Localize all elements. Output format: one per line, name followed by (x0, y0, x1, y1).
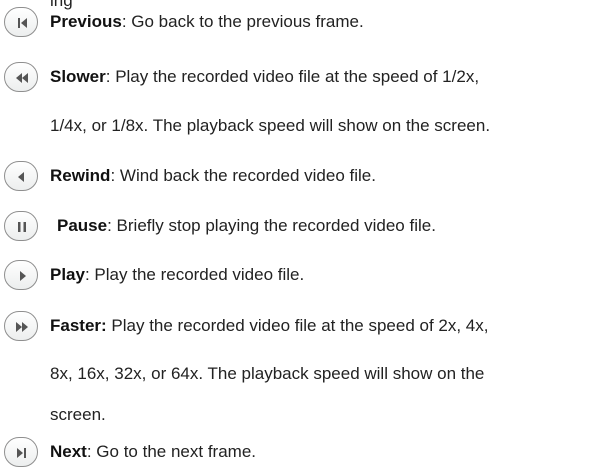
control-description: Slower: Play the recorded video file at … (50, 67, 479, 87)
control-description-continued: 1/4x, or 1/8x. The playback speed will s… (50, 116, 491, 135)
control-term: Rewind (50, 166, 111, 185)
control-text: : Go back to the previous frame. (121, 12, 364, 31)
control-slower: Slower: Play the recorded video file at … (0, 62, 606, 94)
control-text: : Play the recorded video file at the sp… (105, 67, 480, 86)
play-icon[interactable] (4, 260, 38, 290)
control-description: Rewind: Wind back the recorded video fil… (50, 166, 376, 186)
control-term: Previous (50, 12, 122, 31)
control-pause: Pause: Briefly stop playing the recorded… (0, 211, 606, 243)
control-description: Faster: Play the recorded video file at … (50, 316, 488, 336)
control-term: Next (50, 442, 87, 461)
control-description: Previous: Go back to the previous frame. (50, 12, 364, 32)
control-term: Slower (50, 67, 106, 86)
control-text: : Wind back the recorded video file. (110, 166, 376, 185)
control-text: : Briefly stop playing the recorded vide… (107, 216, 436, 235)
control-description: Next: Go to the next frame. (50, 442, 256, 462)
control-text: : Go to the next frame. (86, 442, 256, 461)
control-previous: Previous: Go back to the previous frame. (0, 7, 606, 39)
control-rewind: Rewind: Wind back the recorded video fil… (0, 161, 606, 193)
control-next: Next: Go to the next frame. (0, 437, 606, 469)
rewind-icon[interactable] (4, 161, 38, 191)
step-back-icon[interactable] (4, 7, 38, 37)
step-forward-icon[interactable] (4, 437, 38, 467)
slow-rewind-icon[interactable] (4, 62, 38, 92)
control-description-continued: 8x, 16x, 32x, or 64x. The playback speed… (50, 364, 485, 383)
control-term: Play (50, 265, 85, 284)
control-text: Play the recorded video file at the spee… (106, 316, 489, 335)
control-description: Play: Play the recorded video file. (50, 265, 304, 285)
control-term: Pause (57, 216, 108, 235)
control-play: Play: Play the recorded video file. (0, 260, 606, 292)
control-description: Pause: Briefly stop playing the recorded… (57, 216, 436, 236)
control-description-continued: screen. (50, 405, 106, 424)
pause-icon[interactable] (4, 211, 38, 241)
fast-forward-icon[interactable] (4, 311, 38, 341)
control-term: Faster: (50, 316, 107, 335)
control-faster: Faster: Play the recorded video file at … (0, 311, 606, 343)
control-text: : Play the recorded video file. (84, 265, 305, 284)
